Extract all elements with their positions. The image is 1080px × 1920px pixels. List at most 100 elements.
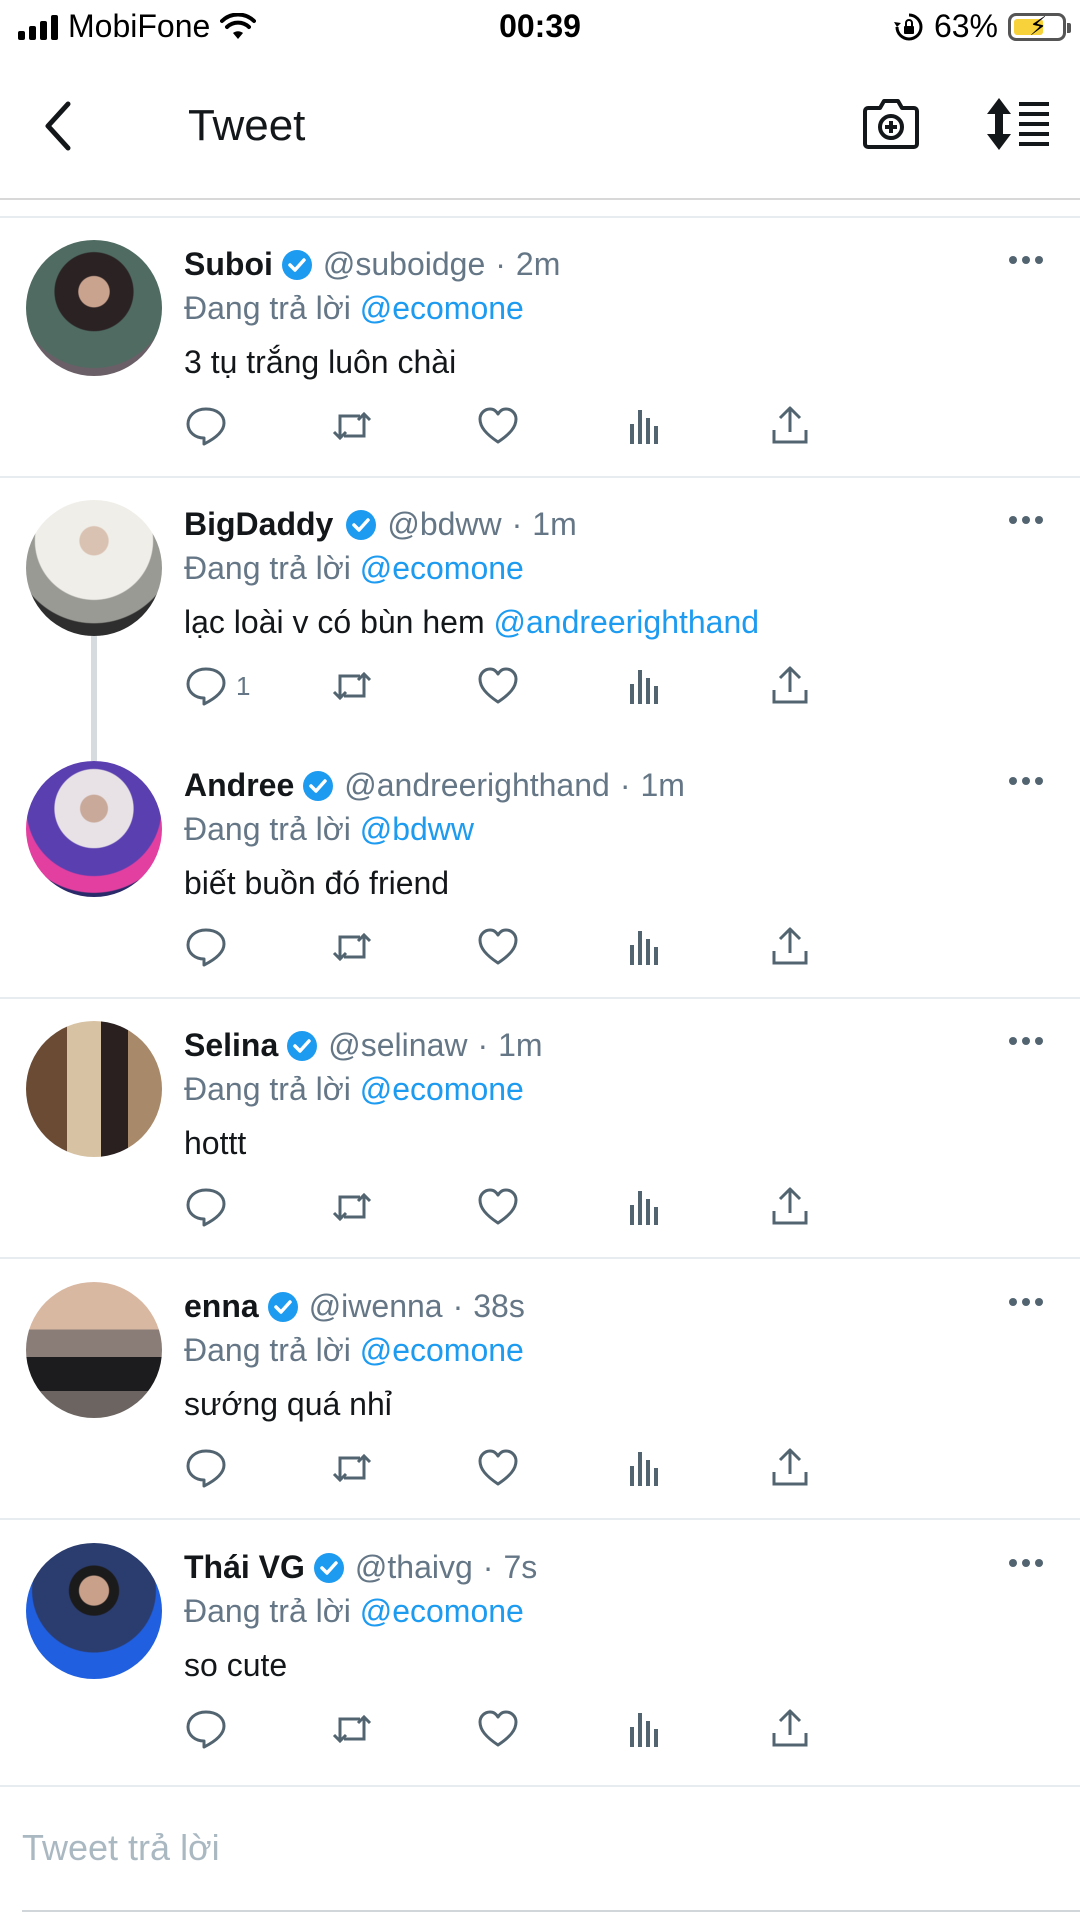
- retweet-icon: [332, 932, 372, 962]
- analytics-button[interactable]: [622, 1446, 666, 1490]
- reply-to-mention[interactable]: @ecomone: [360, 1332, 524, 1368]
- tweet-body: biết buồn đó friend: [184, 865, 450, 901]
- reply-composer[interactable]: Tweet trả lời: [0, 1785, 1080, 1920]
- more-options-icon[interactable]: [1008, 254, 1044, 266]
- avatar[interactable]: [26, 1021, 162, 1157]
- like-button[interactable]: [476, 404, 520, 448]
- reply-to-mention[interactable]: @bdww: [360, 811, 474, 847]
- like-button[interactable]: [476, 925, 520, 969]
- timestamp: 1m: [532, 506, 577, 542]
- share-icon: [772, 927, 808, 965]
- tweet-body: hottt: [184, 1125, 247, 1161]
- retweet-button[interactable]: [330, 1446, 374, 1490]
- share-button[interactable]: [768, 925, 812, 969]
- reply-input[interactable]: Tweet trả lời: [22, 1827, 220, 1869]
- reply-button[interactable]: [184, 925, 236, 969]
- retweet-button[interactable]: [330, 664, 374, 708]
- reply-icon: [186, 407, 226, 446]
- like-button[interactable]: [476, 1185, 520, 1229]
- back-icon[interactable]: [36, 96, 82, 156]
- reply-to-mention[interactable]: @ecomone: [360, 550, 524, 586]
- retweet-button[interactable]: [330, 1707, 374, 1751]
- tweet-item[interactable]: Thái VG @thaivg · 7s Đang trả lời @ecomo…: [0, 1521, 1080, 1785]
- retweet-icon: [332, 1714, 372, 1744]
- analytics-button[interactable]: [622, 925, 666, 969]
- reply-to-mention[interactable]: @ecomone: [360, 1593, 524, 1629]
- action-bar: [184, 404, 964, 448]
- like-button[interactable]: [476, 1446, 520, 1490]
- more-options-icon[interactable]: [1008, 1296, 1044, 1308]
- more-options-icon[interactable]: [1008, 1557, 1044, 1569]
- more-options-icon[interactable]: [1008, 514, 1044, 526]
- action-bar: 1: [184, 664, 964, 708]
- tweet-item[interactable]: BigDaddy @bdww · 1m Đang trả lời @ecomon…: [0, 478, 1080, 739]
- reply-to-mention[interactable]: @ecomone: [360, 1071, 524, 1107]
- verified-badge-icon: [287, 1030, 318, 1061]
- verified-badge-icon: [281, 249, 312, 280]
- avatar[interactable]: [26, 1543, 162, 1679]
- retweet-button[interactable]: [330, 1185, 374, 1229]
- author-name[interactable]: BigDaddy: [184, 506, 333, 543]
- like-button[interactable]: [476, 664, 520, 708]
- tweet-item[interactable]: enna @iwenna · 38s Đang trả lời @ecomone…: [0, 1260, 1080, 1520]
- status-right: 63% ⚡: [893, 8, 1071, 45]
- tweet-item[interactable]: Suboi @suboidge · 2m Đang trả lời @ecomo…: [0, 218, 1080, 478]
- replying-to: Đang trả lời @ecomone: [184, 290, 524, 327]
- reply-count: 1: [236, 670, 251, 701]
- analytics-icon: [630, 410, 658, 444]
- share-button[interactable]: [768, 1185, 812, 1229]
- tweet-mention[interactable]: @andreerighthand: [494, 604, 760, 640]
- replying-to: Đang trả lời @ecomone: [184, 1332, 524, 1369]
- reply-to-mention[interactable]: @ecomone: [360, 290, 524, 326]
- sort-icon[interactable]: [985, 96, 1051, 152]
- divider: [0, 1518, 1080, 1520]
- share-button[interactable]: [768, 664, 812, 708]
- author-handle: @iwenna: [308, 1288, 443, 1324]
- tweet-body: sướng quá nhỉ: [184, 1386, 392, 1422]
- reply-button[interactable]: [184, 1707, 236, 1751]
- separator-dot: ·: [495, 246, 506, 282]
- retweet-button[interactable]: [330, 404, 374, 448]
- more-options-icon[interactable]: [1008, 1035, 1044, 1047]
- retweet-button[interactable]: [330, 925, 374, 969]
- reply-prefix: Đang trả lời: [184, 1332, 351, 1368]
- avatar[interactable]: [26, 761, 162, 897]
- replying-to: Đang trả lời @bdww: [184, 811, 474, 848]
- avatar[interactable]: [26, 500, 162, 636]
- share-button[interactable]: [768, 1446, 812, 1490]
- author-handle: @thaivg: [354, 1549, 473, 1585]
- avatar[interactable]: [26, 240, 162, 376]
- tweet-meta: Andree @andreerighthand · 1m: [184, 767, 685, 804]
- avatar[interactable]: [26, 1282, 162, 1418]
- more-options-icon[interactable]: [1008, 775, 1044, 787]
- retweet-icon: [332, 671, 372, 701]
- analytics-button[interactable]: [622, 1707, 666, 1751]
- like-button[interactable]: [476, 1707, 520, 1751]
- verified-badge-icon: [303, 770, 334, 801]
- reply-prefix: Đang trả lời: [184, 1071, 351, 1107]
- tweet-body: lạc loài v có bùn hem: [184, 604, 494, 640]
- author-handle: @suboidge: [322, 246, 486, 282]
- reply-button[interactable]: [184, 1446, 236, 1490]
- replying-to: Đang trả lời @ecomone: [184, 550, 524, 587]
- author-name[interactable]: Andree: [184, 767, 294, 804]
- reply-button[interactable]: [184, 404, 236, 448]
- author-name[interactable]: enna: [184, 1288, 259, 1325]
- author-name[interactable]: Suboi: [184, 246, 273, 283]
- tweet-meta: enna @iwenna · 38s: [184, 1288, 525, 1325]
- tweet-meta: BigDaddy @bdww · 1m: [184, 506, 577, 543]
- tweet-item[interactable]: Andree @andreerighthand · 1m Đang trả lờ…: [0, 739, 1080, 999]
- share-button[interactable]: [768, 404, 812, 448]
- author-name[interactable]: Selina: [184, 1027, 278, 1064]
- tweet-item[interactable]: Selina @selinaw · 1m Đang trả lời @ecomo…: [0, 999, 1080, 1259]
- analytics-button[interactable]: [622, 664, 666, 708]
- analytics-button[interactable]: [622, 404, 666, 448]
- analytics-button[interactable]: [622, 1185, 666, 1229]
- author-name[interactable]: Thái VG: [184, 1549, 305, 1586]
- camera-icon[interactable]: [862, 96, 920, 150]
- timestamp: 7s: [503, 1549, 538, 1585]
- share-button[interactable]: [768, 1707, 812, 1751]
- thread-line: [91, 739, 97, 761]
- reply-button[interactable]: [184, 1185, 236, 1229]
- reply-button[interactable]: 1: [184, 664, 250, 708]
